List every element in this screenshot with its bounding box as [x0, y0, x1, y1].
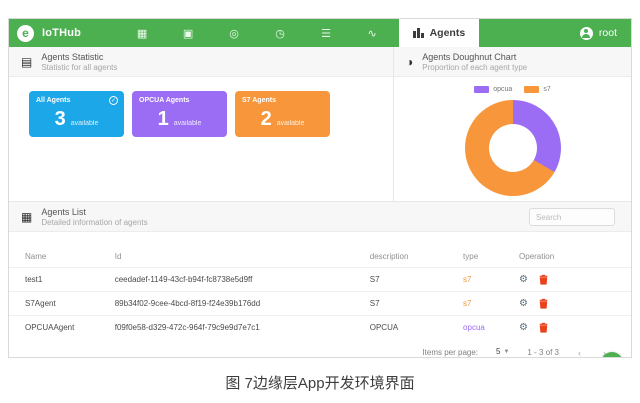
table-header-row: Name Id description type Operation [9, 246, 631, 268]
doughnut-panel: ◑ Agents Doughnut Chart Proportion of ea… [394, 47, 631, 201]
table-row: OPCUAAgent f09f0e58-d329-472c-964f-79c9e… [9, 316, 631, 340]
check-circle-icon: ✓ [109, 96, 118, 105]
column-header-id: Id [115, 246, 370, 268]
tab-agents[interactable]: Agents [399, 19, 479, 47]
stat-card-unit: available [277, 120, 305, 127]
app-window: e IoTHub ▦ ▣ ◎ ◷ ☰ ∿ Agents root ▤ Agent… [8, 18, 632, 358]
stat-card-value: 1 [158, 108, 169, 130]
stat-card-unit: available [71, 120, 99, 127]
column-header-name: Name [9, 246, 115, 268]
legend-swatch-opcua [474, 86, 489, 93]
settings-button[interactable]: ⚙ [519, 275, 528, 285]
cell-name: OPCUAAgent [9, 316, 115, 340]
list-subtitle: Detailed information of agents [41, 218, 147, 227]
delete-button[interactable] [539, 274, 548, 285]
list-title: Agents List [41, 207, 147, 217]
security-icon[interactable]: ◎ [211, 27, 257, 40]
page-size-value: 5 [496, 347, 500, 356]
stat-card-label: All Agents [36, 97, 117, 104]
list-panel-header: ▦ Agents List Detailed information of ag… [9, 202, 631, 232]
search-input[interactable] [529, 208, 615, 226]
settings-button[interactable]: ⚙ [519, 299, 528, 309]
legend-item-s7: s7 [524, 86, 550, 93]
cell-type: s7 [463, 268, 519, 292]
prev-page-button[interactable]: ‹ [575, 348, 584, 358]
stat-card-all-agents: All Agents ✓ 3 available [29, 91, 124, 137]
doughnut-icon: ◑ [406, 56, 413, 68]
chevron-down-icon: ▼ [503, 349, 509, 355]
cell-name: test1 [9, 268, 115, 292]
stat-card-label: OPCUA Agents [139, 97, 220, 104]
trash-icon [539, 274, 548, 285]
stat-card-value: 3 [55, 108, 66, 130]
column-header-description: description [370, 246, 463, 268]
dashboard-icon[interactable]: ▦ [119, 27, 165, 40]
column-header-type: type [463, 246, 519, 268]
stat-cards: All Agents ✓ 3 available OPCUA Agents 1 av… [9, 77, 393, 137]
legend-item-opcua: opcua [474, 86, 512, 93]
cell-id: ceedadef-1149-43cf-b94f-fc8738e5d9ff [115, 268, 370, 292]
nav-icons: ▦ ▣ ◎ ◷ ☰ ∿ [119, 27, 395, 40]
doughnut-chart [465, 100, 561, 196]
cell-id: f09f0e58-d329-472c-964f-79c9e9d7e7c1 [115, 316, 370, 340]
items-per-page-label: Items per page: [422, 348, 478, 357]
cell-description: S7 [370, 268, 463, 292]
stat-card-s7-agents: S7 Agents 2 available [235, 91, 330, 137]
monitor-icon[interactable]: ∿ [349, 27, 395, 40]
agents-list-panel: ▦ Agents List Detailed information of ag… [9, 201, 631, 358]
pagination: Items per page: 5 ▼ 1 - 3 of 3 ‹ › [9, 347, 631, 358]
cell-type: s7 [463, 292, 519, 316]
brand-title: IoTHub [42, 27, 81, 39]
cell-description: S7 [370, 292, 463, 316]
doughnut-subtitle: Proportion of each agent type [422, 63, 527, 72]
caption: 图 7边缘层App开发环境界面 [0, 372, 640, 393]
agents-table: Name Id description type Operation test1… [9, 246, 631, 339]
statistic-panel-header: ▤ Agents Statistic Statistic for all age… [9, 47, 393, 77]
topbar: e IoTHub ▦ ▣ ◎ ◷ ☰ ∿ Agents root [9, 19, 631, 47]
cell-description: OPCUA [370, 316, 463, 340]
equalizer-icon [413, 28, 424, 38]
page-size-select[interactable]: 5 ▼ [494, 347, 511, 358]
devices-icon[interactable]: ▣ [165, 27, 211, 40]
tab-agents-label: Agents [430, 27, 466, 39]
stat-card-label: S7 Agents [242, 97, 323, 104]
delete-button[interactable] [539, 322, 548, 333]
stat-card-value: 2 [261, 108, 272, 130]
doughnut-title: Agents Doughnut Chart [422, 52, 527, 62]
table-icon: ▦ [21, 211, 32, 223]
legend-swatch-s7 [524, 86, 539, 93]
table-row: S7Agent 89b34f02-9cee-4bcd-8f19-f24e39b1… [9, 292, 631, 316]
page-range: 1 - 3 of 3 [527, 348, 559, 357]
doughnut-panel-header: ◑ Agents Doughnut Chart Proportion of ea… [394, 47, 631, 77]
cell-id: 89b34f02-9cee-4bcd-8f19-f24e39b176dd [115, 292, 370, 316]
statistic-title: Agents Statistic [41, 52, 117, 62]
chart-legend: opcua s7 [394, 86, 631, 93]
statistic-subtitle: Statistic for all agents [41, 63, 117, 72]
stat-card-opcua-agents: OPCUA Agents 1 available [132, 91, 227, 137]
table-row: test1 ceedadef-1149-43cf-b94f-fc8738e5d9… [9, 268, 631, 292]
cell-name: S7Agent [9, 292, 115, 316]
stat-card-unit: available [174, 120, 202, 127]
agents-statistic-panel: ▤ Agents Statistic Statistic for all age… [9, 47, 394, 201]
card-icon: ▤ [21, 56, 32, 68]
delete-button[interactable] [539, 298, 548, 309]
history-icon[interactable]: ◷ [257, 27, 303, 40]
cell-type: opcua [463, 316, 519, 340]
doughnut-hole [489, 124, 537, 172]
legend-label: s7 [543, 86, 550, 93]
iothub-logo-icon: e [17, 25, 34, 42]
trash-icon [539, 322, 548, 333]
username: root [599, 27, 617, 39]
column-header-operation: Operation [519, 246, 631, 268]
account-menu[interactable]: root [580, 27, 617, 40]
trash-icon [539, 298, 548, 309]
logs-icon[interactable]: ☰ [303, 27, 349, 40]
settings-button[interactable]: ⚙ [519, 323, 528, 333]
account-icon [580, 27, 593, 40]
legend-label: opcua [493, 86, 512, 93]
